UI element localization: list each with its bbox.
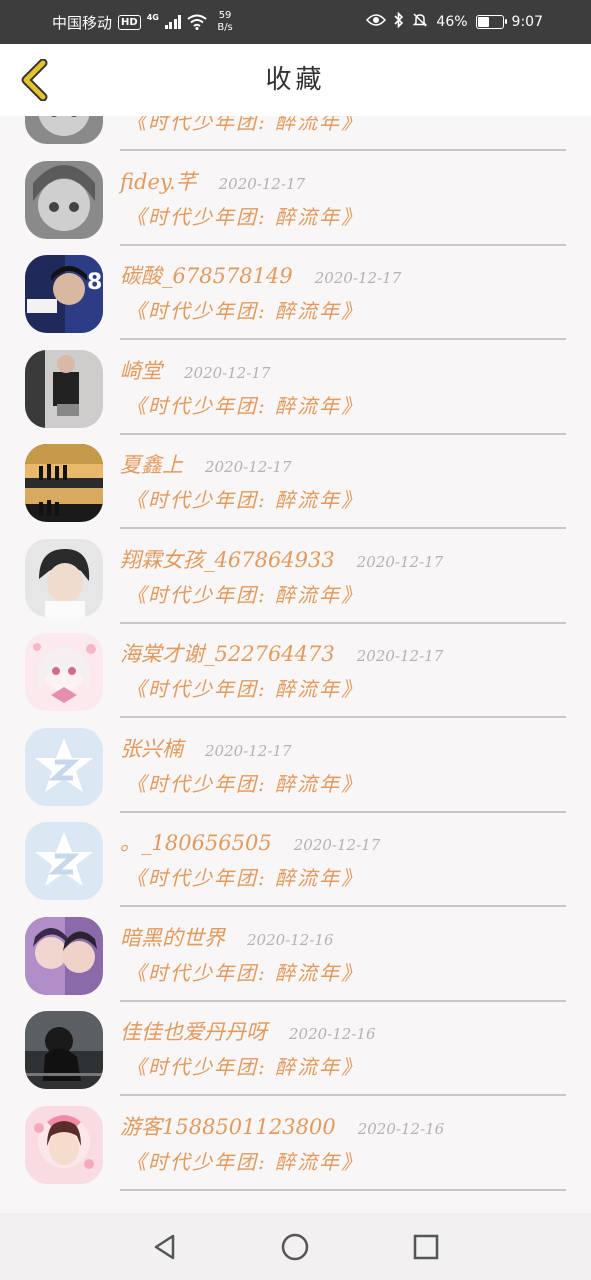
avatar[interactable] bbox=[25, 1105, 103, 1184]
work-title-link[interactable]: 《时代少年团: 醉流年》 bbox=[126, 579, 363, 608]
favorite-item[interactable]: fidey.芊2020-12-17《时代少年团: 醉流年》 bbox=[0, 116, 591, 151]
bell-muted-icon bbox=[412, 12, 428, 32]
app-header: 收藏 bbox=[0, 44, 591, 116]
battery-percent: 46% bbox=[436, 14, 468, 30]
work-title-link[interactable]: 《时代少年团: 醉流年》 bbox=[126, 1146, 363, 1175]
divider bbox=[120, 1188, 566, 1191]
work-title-link[interactable]: 《时代少年团: 醉流年》 bbox=[126, 768, 363, 797]
signal-icon bbox=[164, 15, 182, 29]
favorite-item[interactable]: 翔霖女孩_467864933 2020-12-17 《时代少年团: 醉流年》 bbox=[0, 522, 591, 624]
username[interactable]: 游客1588501123800 bbox=[120, 1111, 336, 1141]
speed-value: 59 bbox=[218, 10, 232, 21]
bluetooth-icon bbox=[394, 11, 404, 32]
svg-text:8: 8 bbox=[87, 270, 102, 295]
avatar[interactable] bbox=[25, 822, 103, 900]
item-meta: 暗黑的世界 2020-12-16 bbox=[120, 922, 333, 952]
network-speed: 59 B/s bbox=[217, 10, 232, 34]
item-meta: 游客1588501123800 2020-12-16 bbox=[120, 1111, 444, 1141]
favorite-item[interactable]: 游客1588501123800 2020-12-16 《时代少年团: 醉流年》 bbox=[0, 1089, 591, 1191]
favorite-item[interactable]: 海棠才谢_522764473 2020-12-17 《时代少年团: 醉流年》 bbox=[0, 616, 591, 718]
nav-recents-button[interactable] bbox=[396, 1217, 456, 1277]
work-title-link[interactable]: 《时代少年团: 醉流年》 bbox=[126, 673, 363, 702]
wifi-icon bbox=[187, 14, 207, 30]
work-title-link[interactable]: 《时代少年团: 醉流年》 bbox=[126, 957, 363, 986]
timestamp: 2020-12-17 bbox=[356, 552, 444, 571]
item-meta: 佳佳也爱丹丹呀 2020-12-16 bbox=[120, 1016, 375, 1046]
status-bar: 中国移动 HD 4G 59 B/s 46% 9:07 bbox=[0, 0, 591, 44]
item-meta: 。_180656505 2020-12-17 bbox=[120, 827, 380, 857]
timestamp: 2020-12-16 bbox=[357, 1119, 445, 1138]
favorite-item[interactable]: 夏鑫上 2020-12-17 《时代少年团: 醉流年》 bbox=[0, 427, 591, 529]
timestamp: 2020-12-17 bbox=[184, 363, 271, 382]
avatar[interactable] bbox=[25, 116, 103, 144]
favorite-item[interactable]: 崎堂 2020-12-17 《时代少年团: 醉流年》 bbox=[0, 333, 591, 435]
square-recents-icon bbox=[413, 1234, 439, 1259]
status-left: 中国移动 HD 4G 59 B/s bbox=[52, 0, 233, 44]
favorite-item[interactable]: 佳佳也爱丹丹呀 2020-12-16 《时代少年团: 醉流年》 bbox=[0, 994, 591, 1096]
speed-unit: B/s bbox=[217, 22, 233, 33]
work-title-link[interactable]: 《时代少年团: 醉流年》 bbox=[126, 862, 363, 891]
favorites-list[interactable]: fidey.芊 2020-12-17 《时代少年团: 醉流年》 fidey.芊 2020… bbox=[0, 116, 591, 1213]
avatar[interactable] bbox=[25, 1011, 103, 1089]
status-right: 46% 9:07 bbox=[366, 0, 543, 44]
item-meta: 翔霖女孩_467864933 2020-12-17 bbox=[120, 544, 443, 574]
username[interactable]: 夏鑫上 bbox=[120, 449, 183, 479]
avatar[interactable] bbox=[25, 916, 103, 995]
timestamp: 2020-12-16 bbox=[289, 1025, 376, 1043]
carrier-name: 中国移动 bbox=[52, 13, 113, 32]
avatar[interactable]: 8 bbox=[25, 255, 103, 333]
favorite-item[interactable]: 8 碳酸_678578149 2020-12-17 《时代少年团: 醉流年》 bbox=[0, 238, 591, 340]
favorite-item[interactable]: 暗黑的世界 2020-12-16 《时代少年团: 醉流年》 bbox=[0, 900, 591, 1002]
timestamp: 2020-12-17 bbox=[205, 458, 292, 476]
circle-home-icon bbox=[282, 1233, 309, 1260]
item-meta: 海棠才谢_522764473 2020-12-17 bbox=[120, 638, 443, 668]
item-meta: 张兴楠 2020-12-17 bbox=[120, 733, 291, 763]
page-title: 收藏 bbox=[265, 65, 326, 95]
nav-home-button[interactable] bbox=[265, 1217, 325, 1277]
username[interactable]: 。_180656505 bbox=[120, 827, 272, 857]
favorite-item[interactable]: fidey.芊 2020-12-17 《时代少年团: 醉流年》 bbox=[0, 144, 591, 246]
username[interactable]: 佳佳也爱丹丹呀 bbox=[120, 1016, 267, 1046]
username[interactable]: 翔霖女孩_467864933 bbox=[120, 544, 335, 574]
username[interactable]: 暗黑的世界 bbox=[120, 922, 225, 952]
avatar[interactable] bbox=[25, 538, 103, 617]
work-title-link[interactable]: 《时代少年团: 醉流年》 bbox=[126, 116, 363, 135]
timestamp: 2020-12-17 bbox=[314, 269, 402, 287]
timestamp: 2020-12-16 bbox=[247, 930, 334, 949]
eye-icon bbox=[366, 13, 387, 31]
username[interactable]: 崎堂 bbox=[120, 355, 162, 385]
triangle-back-icon bbox=[154, 1234, 175, 1259]
work-title-link[interactable]: 《时代少年团: 醉流年》 bbox=[126, 390, 363, 419]
item-meta: 夏鑫上 2020-12-17 bbox=[120, 449, 291, 479]
item-meta: 崎堂 2020-12-17 bbox=[120, 355, 270, 385]
avatar[interactable] bbox=[25, 349, 103, 428]
favorite-item[interactable]: 。_180656505 2020-12-17 《时代少年团: 醉流年》 bbox=[0, 805, 591, 907]
username[interactable]: 张兴楠 bbox=[120, 733, 183, 763]
work-title-link[interactable]: 《时代少年团: 醉流年》 bbox=[126, 201, 363, 230]
battery-icon bbox=[475, 15, 507, 29]
timestamp: 2020-12-17 bbox=[356, 647, 444, 665]
system-nav-bar bbox=[0, 1213, 591, 1280]
timestamp: 2020-12-17 bbox=[293, 836, 381, 854]
network-type: 4G bbox=[146, 12, 159, 22]
favorite-item[interactable]: 张兴楠 2020-12-17 《时代少年团: 醉流年》 bbox=[0, 711, 591, 813]
nav-back-button[interactable] bbox=[135, 1217, 195, 1277]
username[interactable]: fidey.芊 bbox=[120, 166, 197, 196]
timestamp: 2020-12-17 bbox=[218, 174, 306, 193]
avatar[interactable] bbox=[25, 160, 103, 239]
work-title-link[interactable]: 《时代少年团: 醉流年》 bbox=[126, 1051, 363, 1080]
item-meta: 碳酸_678578149 2020-12-17 bbox=[120, 260, 401, 290]
avatar[interactable] bbox=[25, 633, 103, 711]
battery-fill bbox=[477, 17, 489, 27]
timestamp: 2020-12-17 bbox=[205, 741, 292, 760]
hd-badge: HD bbox=[118, 14, 141, 30]
work-title-link[interactable]: 《时代少年团: 醉流年》 bbox=[126, 484, 363, 513]
avatar[interactable] bbox=[25, 444, 103, 522]
clock: 9:07 bbox=[511, 14, 543, 30]
username[interactable]: 碳酸_678578149 bbox=[120, 260, 293, 290]
work-title-link[interactable]: 《时代少年团: 醉流年》 bbox=[126, 295, 363, 324]
avatar[interactable] bbox=[25, 727, 103, 806]
item-meta: fidey.芊 2020-12-17 bbox=[120, 166, 305, 196]
username[interactable]: 海棠才谢_522764473 bbox=[120, 638, 335, 668]
